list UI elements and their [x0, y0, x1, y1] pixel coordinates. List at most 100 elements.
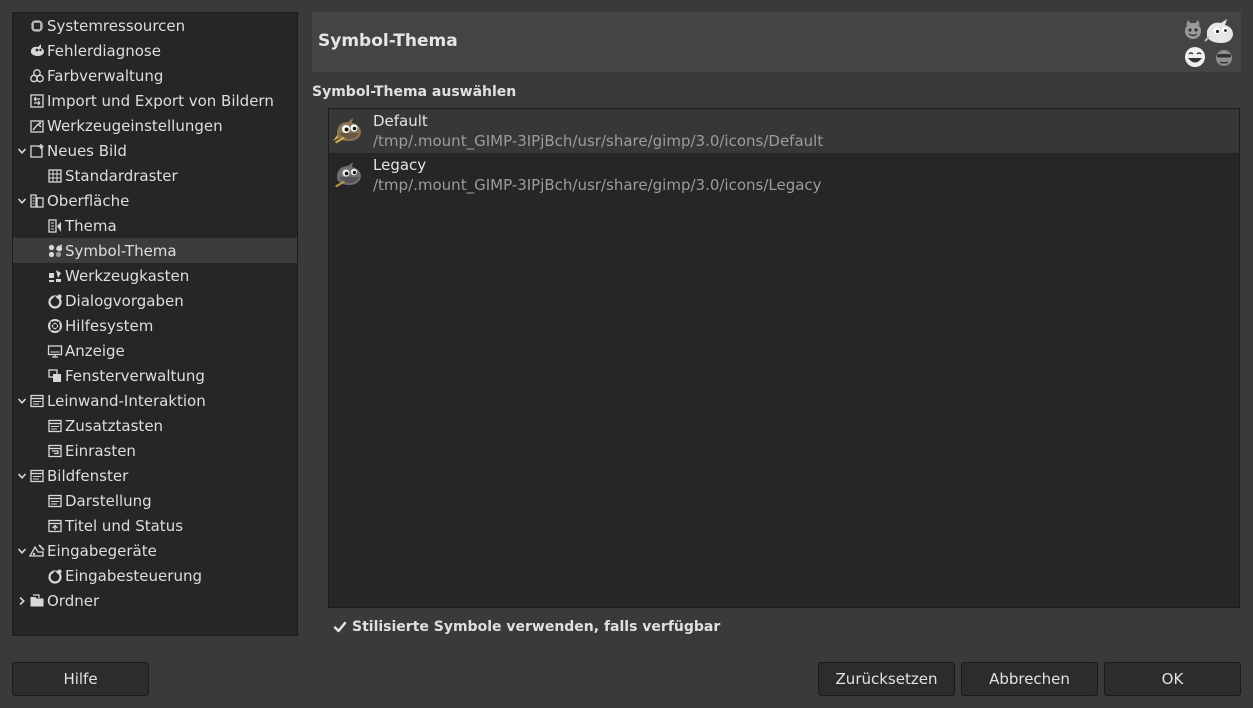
tree-expander — [33, 313, 47, 338]
sidebar-item-label: Neues Bild — [47, 141, 127, 160]
theme-name: Legacy — [373, 156, 427, 174]
sidebar-item-label: Leinwand-Interaktion — [47, 391, 206, 410]
tree-expander — [33, 513, 47, 538]
window-icon — [29, 393, 45, 409]
sidebar-item-neues-bild[interactable]: Neues Bild — [13, 138, 297, 163]
theme-path: /tmp/.mount_GIMP-3IPjBch/usr/share/gimp/… — [373, 132, 824, 150]
chevron-down-icon[interactable] — [17, 396, 27, 406]
theme-icon — [47, 218, 63, 234]
sidebar-item-eingabegeräte[interactable]: Eingabegeräte — [13, 538, 297, 563]
sidebar-item-label: Zusatztasten — [65, 416, 164, 435]
sidebar-item-eingabesteuerung[interactable]: Eingabesteuerung — [13, 563, 297, 588]
sidebar-item-label: Oberfläche — [47, 191, 130, 210]
tree-expander[interactable] — [15, 138, 29, 163]
tree-expander[interactable] — [15, 463, 29, 488]
tree-expander[interactable] — [15, 588, 29, 613]
sidebar-item-bildfenster[interactable]: Bildfenster — [13, 463, 297, 488]
theme-row-legacy[interactable]: Legacy /tmp/.mount_GIMP-3IPjBch/usr/shar… — [329, 153, 1239, 197]
page-header: Symbol-Thema — [312, 12, 1241, 72]
icon-theme-icon — [47, 243, 63, 259]
sidebar-item-label: Ordner — [47, 591, 100, 610]
stylized-icons-checkbox-row[interactable]: Stilisierte Symbole verwenden, falls ver… — [333, 617, 720, 637]
sidebar-item-label: Anzeige — [65, 341, 125, 360]
windows-icon — [47, 368, 63, 384]
sidebar-item-label: Fensterverwaltung — [65, 366, 205, 385]
sidebar-item-systemressourcen[interactable]: Systemressourcen — [13, 13, 297, 38]
sidebar-item-standardraster[interactable]: Standardraster — [13, 163, 297, 188]
sidebar-item-label: Systemressourcen — [47, 16, 186, 35]
tree-expander — [15, 38, 29, 63]
tree-expander — [33, 363, 47, 388]
chevron-right-icon[interactable] — [17, 596, 27, 606]
sidebar-item-leinwand-interaktion[interactable]: Leinwand-Interaktion — [13, 388, 297, 413]
tree-expander[interactable] — [15, 188, 29, 213]
tree-expander — [33, 488, 47, 513]
tree-expander — [33, 163, 47, 188]
sidebar-item-label: Werkzeugkasten — [65, 266, 190, 285]
theme-name: Default — [373, 112, 428, 130]
sidebar-item-hilfesystem[interactable]: Hilfesystem — [13, 313, 297, 338]
tree-expander — [33, 438, 47, 463]
tree-expander — [33, 563, 47, 588]
tree-expander — [33, 288, 47, 313]
sidebar-item-anzeige[interactable]: Anzeige — [13, 338, 297, 363]
bug-wilber-icon — [29, 43, 45, 59]
window-icon — [47, 493, 63, 509]
sidebar-item-label: Eingabegeräte — [47, 541, 157, 560]
chevron-down-icon[interactable] — [17, 546, 27, 556]
sidebar-item-dialogvorgaben[interactable]: Dialogvorgaben — [13, 288, 297, 313]
tree-expander — [15, 88, 29, 113]
sidebar-item-label: Bildfenster — [47, 466, 129, 485]
cancel-button[interactable]: Abbrechen — [961, 662, 1098, 696]
tree-expander — [15, 63, 29, 88]
sidebar-item-label: Farbverwaltung — [47, 66, 164, 85]
window-icon — [29, 468, 45, 484]
tree-expander[interactable] — [15, 388, 29, 413]
input-devices-icon — [29, 543, 45, 559]
snap-icon — [47, 443, 63, 459]
sidebar-item-werkzeugkasten[interactable]: Werkzeugkasten — [13, 263, 297, 288]
tree-expander — [33, 238, 47, 263]
reset-button[interactable]: Zurücksetzen — [818, 662, 955, 696]
preferences-tree[interactable]: Systemressourcen Fehlerdiagnose Farbverwal… — [12, 12, 298, 636]
ok-button[interactable]: OK — [1104, 662, 1241, 696]
sidebar-item-titel-und-status[interactable]: Titel und Status — [13, 513, 297, 538]
new-image-icon — [29, 143, 45, 159]
wilber-color-icon — [333, 118, 361, 144]
sidebar-item-einrasten[interactable]: Einrasten — [13, 438, 297, 463]
dialog-defaults-icon — [47, 568, 63, 584]
lifebuoy-icon — [47, 318, 63, 334]
sidebar-item-fensterverwaltung[interactable]: Fensterverwaltung — [13, 363, 297, 388]
stylized-icons-checkbox[interactable] — [333, 620, 347, 634]
sidebar-item-ordner[interactable]: Ordner — [13, 588, 297, 613]
tree-expander[interactable] — [15, 538, 29, 563]
theme-row-default[interactable]: Default /tmp/.mount_GIMP-3IPjBch/usr/sha… — [329, 109, 1239, 153]
sidebar-item-fehlerdiagnose[interactable]: Fehlerdiagnose — [13, 38, 297, 63]
sidebar-item-thema[interactable]: Thema — [13, 213, 297, 238]
theme-path: /tmp/.mount_GIMP-3IPjBch/usr/share/gimp/… — [373, 176, 822, 194]
sidebar-item-label: Thema — [65, 216, 117, 235]
chip-icon — [29, 18, 45, 34]
sidebar-item-farbverwaltung[interactable]: Farbverwaltung — [13, 63, 297, 88]
sidebar-item-label: Darstellung — [65, 491, 152, 510]
help-button[interactable]: Hilfe — [12, 662, 149, 696]
sidebar-item-label: Hilfesystem — [65, 316, 154, 335]
sidebar-item-werkzeugeinstellungen[interactable]: Werkzeugeinstellungen — [13, 113, 297, 138]
icon-theme-list[interactable]: Default /tmp/.mount_GIMP-3IPjBch/usr/sha… — [328, 108, 1240, 608]
dialog-defaults-icon — [47, 293, 63, 309]
tree-expander — [33, 213, 47, 238]
sidebar-item-oberfläche[interactable]: Oberfläche — [13, 188, 297, 213]
folder-icon — [29, 593, 45, 609]
sidebar-item-label: Fehlerdiagnose — [47, 41, 161, 60]
page-title: Symbol-Thema — [318, 31, 458, 51]
tree-expander — [15, 13, 29, 38]
sidebar-item-darstellung[interactable]: Darstellung — [13, 488, 297, 513]
chevron-down-icon[interactable] — [17, 196, 27, 206]
tree-expander — [33, 413, 47, 438]
sidebar-item-label: Einrasten — [65, 441, 136, 460]
sidebar-item-import-und-export-von-bildern[interactable]: Import und Export von Bildern — [13, 88, 297, 113]
chevron-down-icon[interactable] — [17, 471, 27, 481]
sidebar-item-zusatztasten[interactable]: Zusatztasten — [13, 413, 297, 438]
sidebar-item-symbol-thema[interactable]: Symbol-Thema — [13, 238, 297, 263]
chevron-down-icon[interactable] — [17, 146, 27, 156]
